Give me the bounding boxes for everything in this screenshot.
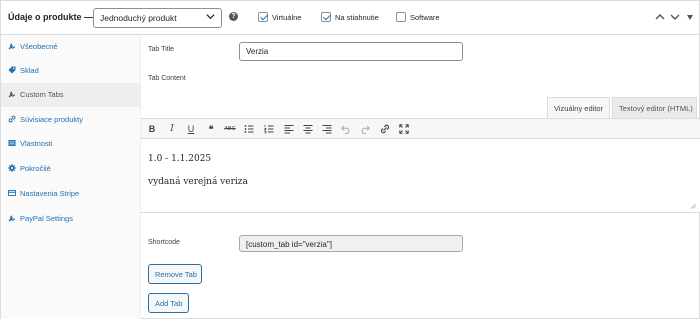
bold-button[interactable]: B <box>147 123 157 135</box>
blockquote-button[interactable]: ❝ <box>205 123 217 135</box>
product-type-select[interactable]: Jednoduchý produkt <box>93 8 222 28</box>
sidebar-item-label: PayPal Settings <box>20 214 73 223</box>
link-icon[interactable] <box>380 123 390 135</box>
resize-handle-icon[interactable] <box>690 203 696 209</box>
sidebar-item-label: Vlastnosti <box>20 139 53 148</box>
fullscreen-icon[interactable] <box>399 123 409 135</box>
sidebar-item-label: Všeobecné <box>20 42 58 51</box>
chevron-down-icon[interactable] <box>670 13 680 21</box>
remove-tab-button[interactable]: Remove Tab <box>148 264 202 284</box>
sidebar-item-label: Custom Tabs <box>20 90 64 99</box>
sidebar-item-custom-tabs[interactable]: Custom Tabs <box>1 83 141 107</box>
panel-header: Údaje o produkte — Jednoduchý produkt ? … <box>1 1 700 35</box>
editor-line: vydaná verejná veriza <box>148 177 248 187</box>
underline-button[interactable]: U <box>186 123 196 135</box>
sidebar-item-inventory[interactable]: Sklad <box>1 59 141 83</box>
sidebar: Všeobecné Sklad Custom Tabs Súvisiace pr… <box>1 35 141 319</box>
add-tab-button[interactable]: Add Tab <box>148 293 189 313</box>
editor-toolbar: B I U ❝ ABC <box>141 118 700 139</box>
number-list-icon[interactable] <box>264 123 274 135</box>
align-left-icon[interactable] <box>284 123 294 135</box>
panel-title: Údaje o produkte — <box>8 12 94 22</box>
wrench-icon <box>8 43 16 50</box>
sidebar-item-paypal-settings[interactable]: PayPal Settings <box>1 207 141 231</box>
gear-icon <box>8 164 16 172</box>
sidebar-item-advanced[interactable]: Pokročilé <box>1 157 141 181</box>
product-type-value: Jednoduchý produkt <box>100 13 177 23</box>
sidebar-item-attributes[interactable]: Vlastnosti <box>1 132 141 156</box>
downloadable-label: Na stiahnutie <box>335 13 379 22</box>
italic-button[interactable]: I <box>167 123 177 135</box>
wrench-icon <box>8 91 16 98</box>
sidebar-item-general[interactable]: Všeobecné <box>1 35 141 59</box>
tab-title-label: Tab Title <box>148 46 175 53</box>
tab-text-editor[interactable]: Textový editor (HTML) <box>612 97 697 118</box>
wrench-icon <box>8 215 16 222</box>
shortcode-label: Shortcode <box>148 239 180 246</box>
downloadable-checkbox[interactable] <box>321 12 331 22</box>
tab-content-label: Tab Content <box>148 75 186 82</box>
help-icon[interactable]: ? <box>229 12 238 21</box>
chevron-up-icon[interactable] <box>655 13 665 21</box>
content-editor[interactable]: 1.0 - 1.1.2025 vydaná verejná veriza <box>141 139 700 213</box>
redo-icon[interactable] <box>360 123 370 135</box>
virtual-label: Virtuálne <box>272 13 302 22</box>
list-icon <box>8 140 16 146</box>
sidebar-item-label: Súvisiace produkty <box>20 115 83 124</box>
sidebar-item-stripe-settings[interactable]: Nastavenia Stripe <box>1 182 141 206</box>
sidebar-item-label: Sklad <box>20 66 39 75</box>
virtual-checkbox[interactable] <box>258 12 268 22</box>
align-center-icon[interactable] <box>303 123 313 135</box>
link-icon <box>8 115 16 123</box>
shortcode-field[interactable]: [custom_tab id="verzia"] <box>239 235 463 252</box>
chevron-down-icon <box>206 14 215 20</box>
tab-title-input[interactable]: Verzia <box>239 42 463 61</box>
editor-line: 1.0 - 1.1.2025 <box>148 154 212 164</box>
collapse-arrow-icon[interactable] <box>685 13 695 21</box>
sidebar-item-label: Pokročilé <box>20 164 51 173</box>
undo-icon[interactable] <box>341 123 351 135</box>
sidebar-item-label: Nastavenia Stripe <box>20 189 80 198</box>
card-icon <box>8 190 16 196</box>
bullet-list-icon[interactable] <box>244 123 254 135</box>
sidebar-item-linked-products[interactable]: Súvisiace produkty <box>1 108 141 132</box>
software-checkbox[interactable] <box>396 12 406 22</box>
software-label: Software <box>410 13 440 22</box>
strikethrough-button[interactable]: ABC <box>223 123 237 135</box>
tag-icon <box>8 66 16 74</box>
align-right-icon[interactable] <box>322 123 332 135</box>
tab-visual-editor[interactable]: Vizuálny editor <box>547 97 610 118</box>
product-data-panel: Údaje o produkte — Jednoduchý produkt ? … <box>0 0 700 319</box>
